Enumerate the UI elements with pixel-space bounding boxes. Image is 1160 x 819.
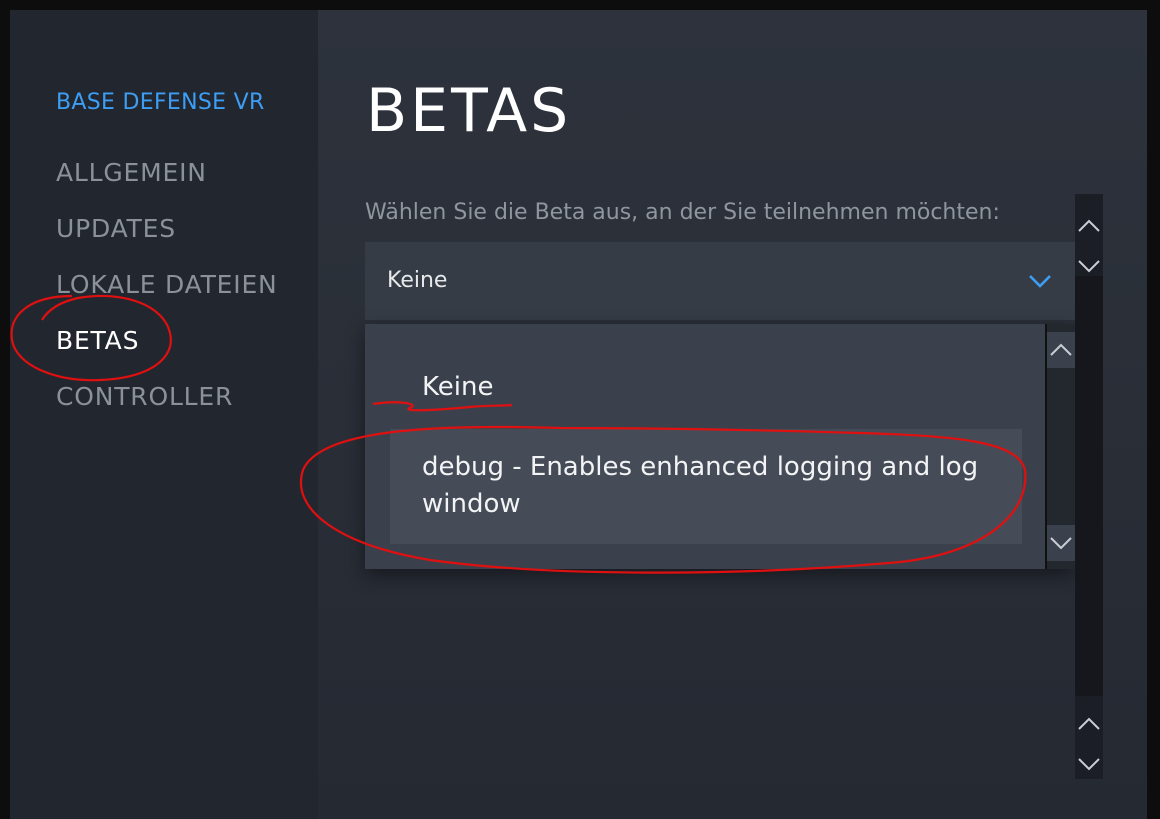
dropdown-option-keine[interactable]: Keine [422,372,493,402]
sidebar-item-lokale-dateien[interactable]: LOKALE DATEIEN [56,270,278,299]
beta-prompt: Wählen Sie die Beta aus, an der Sie teil… [365,200,1000,225]
beta-dropdown-list: Keine debug - Enables enhanced logging a… [365,324,1075,569]
sidebar-item-betas[interactable]: BETAS [56,326,139,355]
beta-select[interactable]: Keine [365,242,1075,320]
page-scrollbar[interactable] [1075,194,1103,779]
chevron-down-icon [1078,758,1100,771]
dropdown-scroll-down-button[interactable] [1047,525,1075,561]
game-title: BASE DEFENSE VR [56,90,265,115]
chevron-up-icon [1050,343,1072,356]
scroll-up-button-lower[interactable] [1075,706,1103,742]
chevron-down-icon [1078,260,1100,273]
dropdown-option-debug[interactable]: debug - Enables enhanced logging and log… [390,429,1022,544]
properties-window: BASE DEFENSE VR ALLGEMEIN UPDATES LOKALE… [10,10,1147,819]
page-title: BETAS [366,76,572,146]
sidebar: BASE DEFENSE VR ALLGEMEIN UPDATES LOKALE… [10,10,318,819]
chevron-down-icon [1029,275,1051,288]
sidebar-item-updates[interactable]: UPDATES [56,214,176,243]
chevron-up-icon [1078,717,1100,730]
sidebar-item-allgemein[interactable]: ALLGEMEIN [56,158,207,187]
sidebar-item-controller[interactable]: CONTROLLER [56,382,233,411]
chevron-up-icon [1078,219,1100,232]
dropdown-scroll-up-button[interactable] [1047,332,1075,368]
chevron-down-icon [1050,537,1072,550]
main-panel: BETAS Wählen Sie die Beta aus, an der Si… [318,10,1147,819]
scroll-up-button[interactable] [1075,208,1103,244]
scroll-down-button-lower[interactable] [1075,746,1103,782]
dropdown-scrollbar[interactable] [1045,324,1075,569]
scrollbar-track[interactable] [1075,276,1103,696]
beta-select-value: Keine [387,268,448,293]
